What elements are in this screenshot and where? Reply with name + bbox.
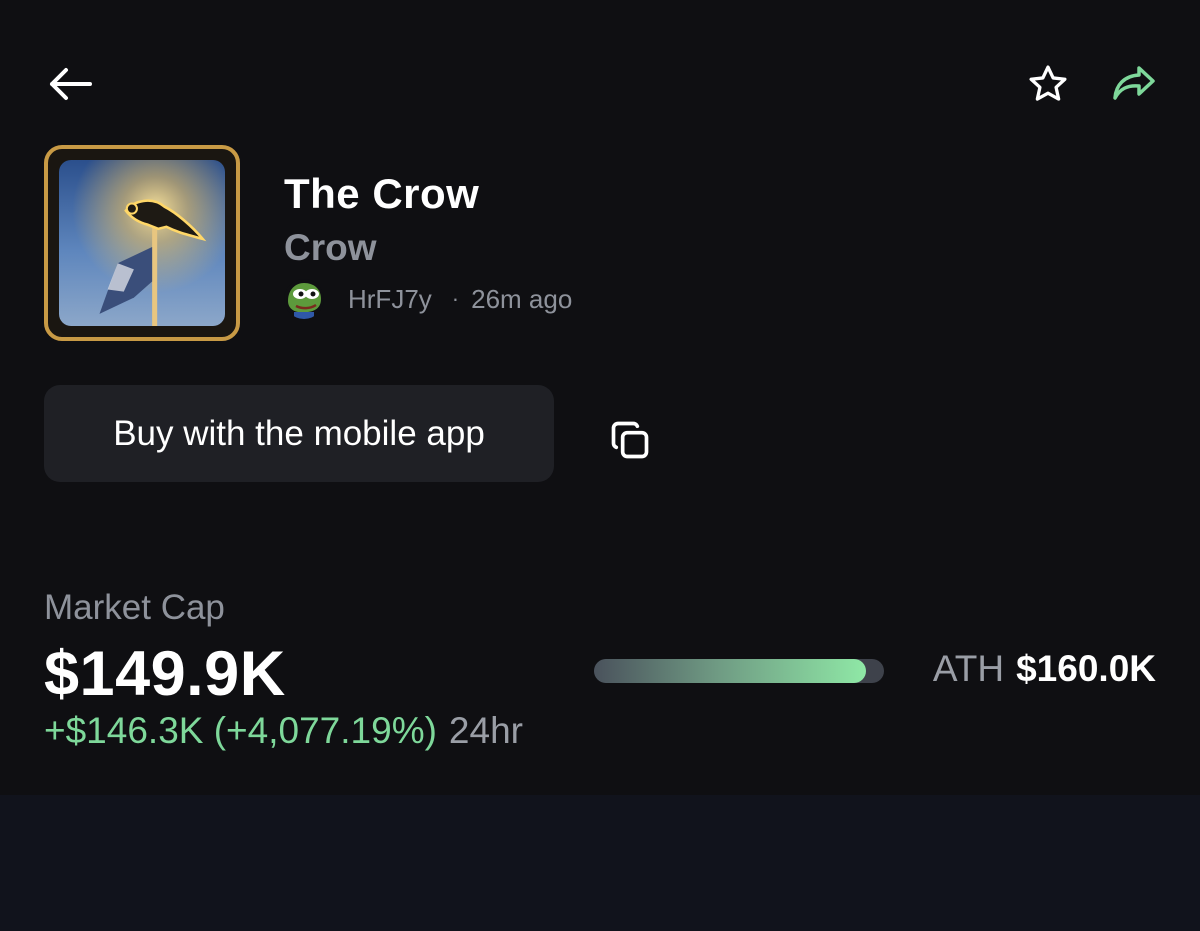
copy-button[interactable] (602, 412, 658, 468)
market-cap-change: +$146.3K (+4,077.19%) (44, 710, 437, 751)
creator-address[interactable]: HrFJ7y (348, 284, 432, 315)
market-cap-change-row: +$146.3K (+4,077.19%) 24hr (44, 710, 523, 752)
copy-icon (611, 421, 649, 459)
crow-image-icon (59, 160, 225, 326)
bottom-panel (0, 795, 1200, 931)
star-outline-icon (1029, 65, 1067, 101)
market-cap-value: $149.9K (44, 639, 286, 709)
token-name: The Crow (284, 170, 480, 217)
ath-label: ATH (932, 648, 1005, 689)
back-button[interactable] (44, 60, 96, 108)
created-time: 26m ago (471, 283, 573, 314)
token-detail-screen: The Crow Crow HrFJ7y · 26m ago Buy with … (0, 0, 1200, 795)
change-period: 24hr (448, 710, 523, 751)
share-forward-icon (1113, 66, 1155, 100)
creator-row: HrFJ7y · 26m ago (284, 278, 572, 320)
arrow-left-icon (50, 68, 92, 100)
favorite-button[interactable] (1022, 58, 1074, 110)
market-cap-label: Market Cap (44, 588, 225, 627)
pepe-avatar-icon[interactable] (284, 279, 324, 319)
share-button[interactable] (1108, 58, 1160, 110)
ath-row: ATH $160.0K (933, 648, 1156, 690)
token-avatar (44, 145, 240, 341)
ath-progress-bar (594, 659, 884, 683)
buy-mobile-app-button[interactable]: Buy with the mobile app (44, 385, 554, 482)
separator-dot: · (451, 286, 460, 311)
ath-progress-fill (594, 659, 866, 683)
token-ticker: Crow (284, 227, 377, 268)
ath-value: $160.0K (1016, 648, 1156, 689)
